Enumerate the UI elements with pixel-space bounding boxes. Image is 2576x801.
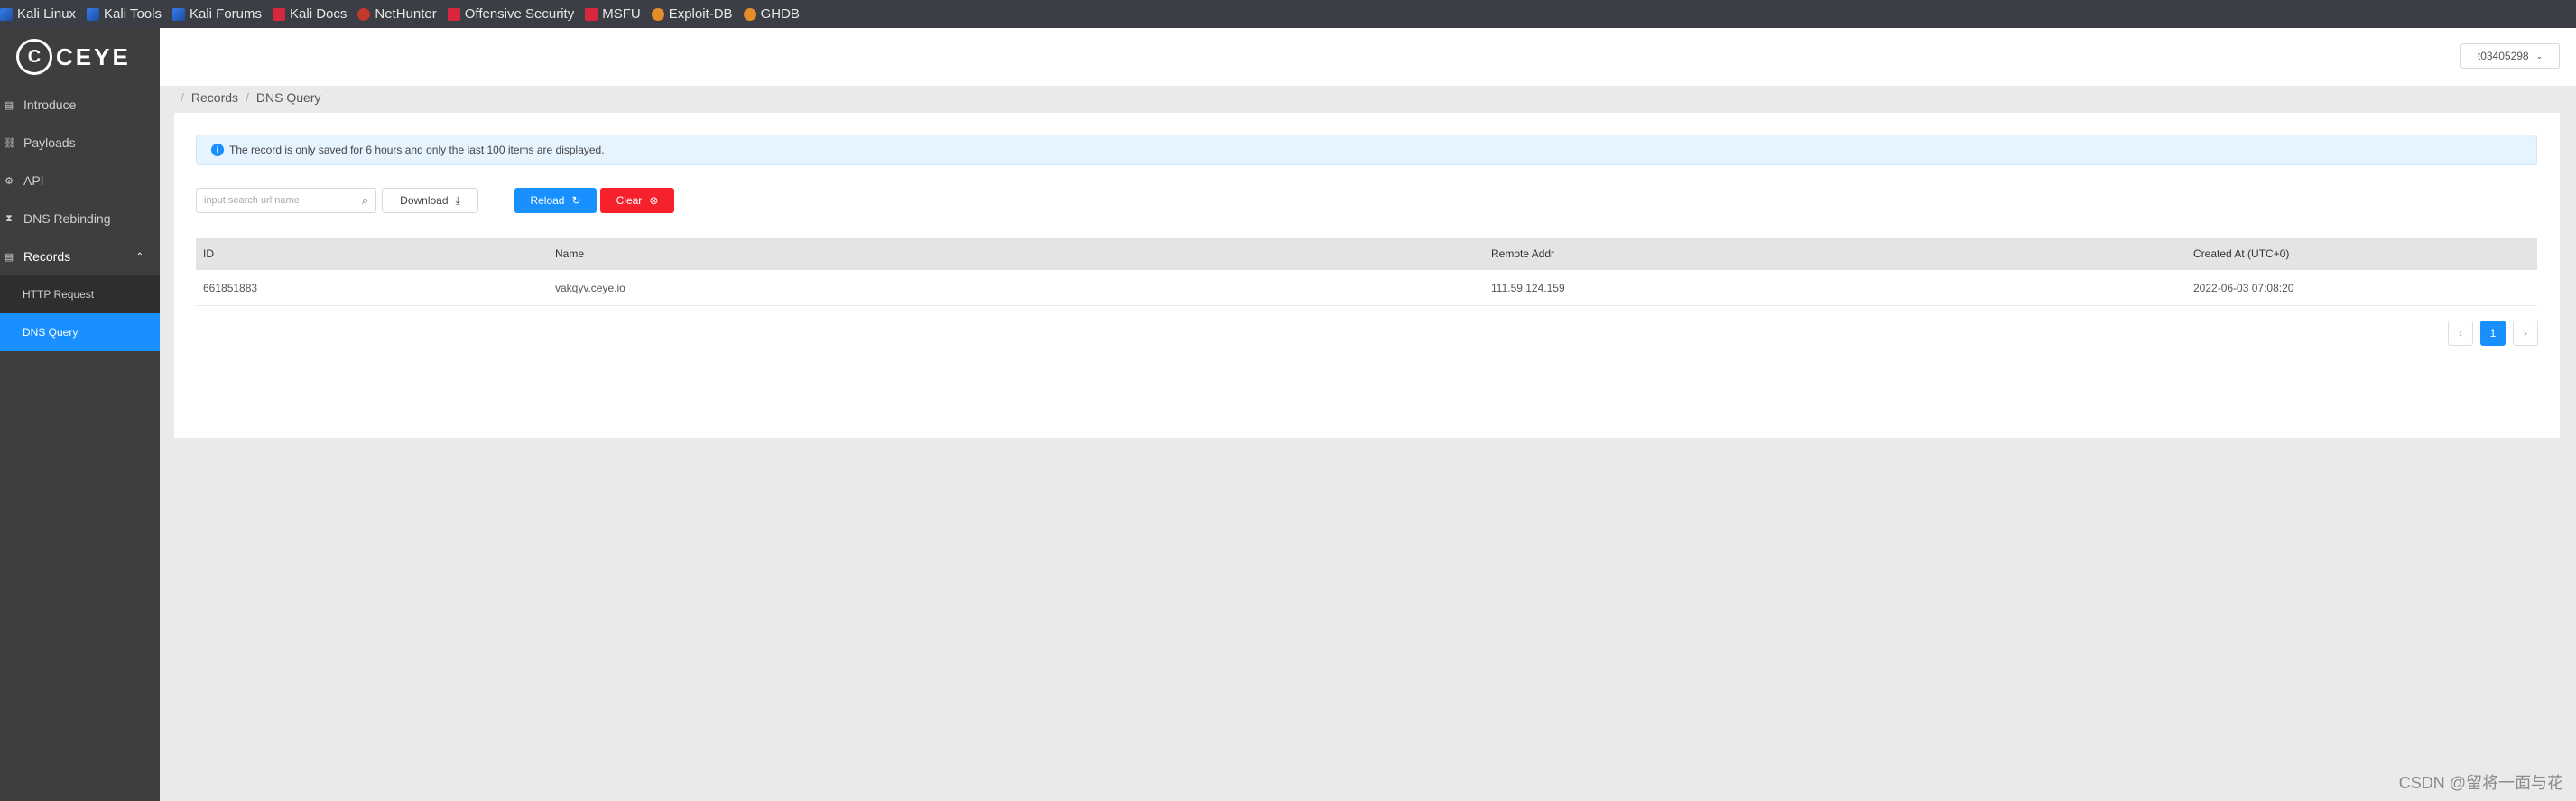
bookmark-ghdb[interactable]: GHDB [743, 6, 800, 22]
clear-button[interactable]: Clear ⊗ [600, 188, 674, 213]
column-header-id[interactable]: ID [196, 247, 548, 260]
ceye-logo-icon: C [16, 39, 52, 75]
header: t03405298 ⌄ [160, 28, 2576, 86]
nethunter-icon [357, 7, 371, 21]
page-1-button[interactable]: 1 [2480, 321, 2506, 346]
link-icon: ⛓ [4, 137, 16, 149]
bookmark-offensive-security[interactable]: Offensive Security [447, 6, 574, 22]
info-alert: i The record is only saved for 6 hours a… [196, 135, 2537, 165]
toolbar: input search url name ⌕ Download ⤓ Reloa… [196, 188, 674, 213]
reload-icon: ↻ [571, 194, 581, 207]
bookmark-kali-linux[interactable]: Kali Linux [0, 6, 76, 22]
breadcrumb-dns-query: DNS Query [255, 90, 321, 105]
sidebar-item-introduce[interactable]: ▤ Introduce [0, 86, 160, 124]
sidebar-item-dns-query[interactable]: DNS Query [0, 313, 160, 351]
cell-id: 661851883 [203, 281, 258, 294]
logo-text: CEYE [56, 42, 131, 70]
download-icon: ⤓ [455, 193, 460, 207]
bookmark-kali-forums[interactable]: Kali Forums [171, 6, 262, 22]
breadcrumb-records[interactable]: Records [191, 90, 238, 105]
watermark: CSDN @留将一面与花 [2398, 774, 2563, 792]
column-header-name[interactable]: Name [548, 247, 1484, 260]
cell-created-at: 2022-06-03 07:08:20 [2193, 281, 2294, 294]
reload-button[interactable]: Reload ↻ [514, 188, 597, 213]
bookmark-exploit-db[interactable]: Exploit-DB [651, 6, 733, 22]
cell-name: vakqyv.ceye.io [555, 281, 625, 294]
table-row[interactable]: 661851883 vakqyv.ceye.io 111.59.124.159 … [196, 270, 2537, 306]
breadcrumb: / Records / DNS Query [181, 90, 321, 105]
chevron-up-icon: ⌃ [135, 251, 144, 262]
info-icon: i [211, 144, 224, 156]
sidebar-item-records[interactable]: ▤ Records ⌃ [0, 238, 160, 275]
bookmark-msfu[interactable]: MSFU [585, 6, 641, 22]
bookmark-nethunter[interactable]: NetHunter [357, 6, 437, 22]
close-circle-icon: ⊗ [649, 194, 659, 207]
sidebar-item-api[interactable]: ⚙ API [0, 162, 160, 200]
download-button[interactable]: Download ⤓ [382, 188, 478, 213]
document-icon: ▤ [4, 99, 14, 111]
offsec-icon [585, 7, 598, 21]
kali-icon [87, 7, 100, 21]
search-input[interactable]: input search url name ⌕ [196, 188, 376, 213]
prev-page-button[interactable]: ‹ [2448, 321, 2473, 346]
column-header-remote-addr[interactable]: Remote Addr [1484, 247, 2186, 260]
logo[interactable]: C CEYE [0, 28, 160, 86]
kali-icon [0, 7, 13, 21]
sidebar-item-http-request[interactable]: HTTP Request [0, 275, 160, 313]
exploit-db-icon [743, 7, 756, 21]
bookmark-kali-docs[interactable]: Kali Docs [273, 6, 347, 22]
bookmarks-bar: Kali Linux Kali Tools Kali Forums Kali D… [0, 0, 2576, 28]
api-icon: ⚙ [5, 175, 14, 187]
table-header: ID Name Remote Addr Created At (UTC+0) [196, 238, 2537, 270]
docs-icon [273, 7, 286, 21]
search-icon: ⌕ [361, 193, 368, 207]
document-icon: ▤ [4, 251, 14, 263]
records-table: ID Name Remote Addr Created At (UTC+0) 6… [196, 238, 2537, 306]
sidebar-item-payloads[interactable]: ⛓ Payloads [0, 124, 160, 162]
user-dropdown[interactable]: t03405298 ⌄ [2460, 43, 2560, 69]
offsec-icon [447, 7, 460, 21]
next-page-button[interactable]: › [2513, 321, 2538, 346]
column-header-created-at[interactable]: Created At (UTC+0) [2186, 247, 2537, 260]
bookmark-kali-tools[interactable]: Kali Tools [87, 6, 162, 22]
kali-icon [171, 7, 185, 21]
main-panel: i The record is only saved for 6 hours a… [174, 113, 2560, 438]
cell-remote-addr: 111.59.124.159 [1491, 281, 1565, 294]
hourglass-icon: ⧗ [5, 212, 13, 224]
sidebar: C CEYE ▤ Introduce ⛓ Payloads ⚙ API ⧗ DN… [0, 28, 160, 801]
chevron-down-icon: ⌄ [2535, 51, 2544, 61]
exploit-db-icon [651, 7, 664, 21]
sidebar-item-dns-rebinding[interactable]: ⧗ DNS Rebinding [0, 200, 160, 238]
pagination: ‹ 1 › [2448, 321, 2538, 346]
